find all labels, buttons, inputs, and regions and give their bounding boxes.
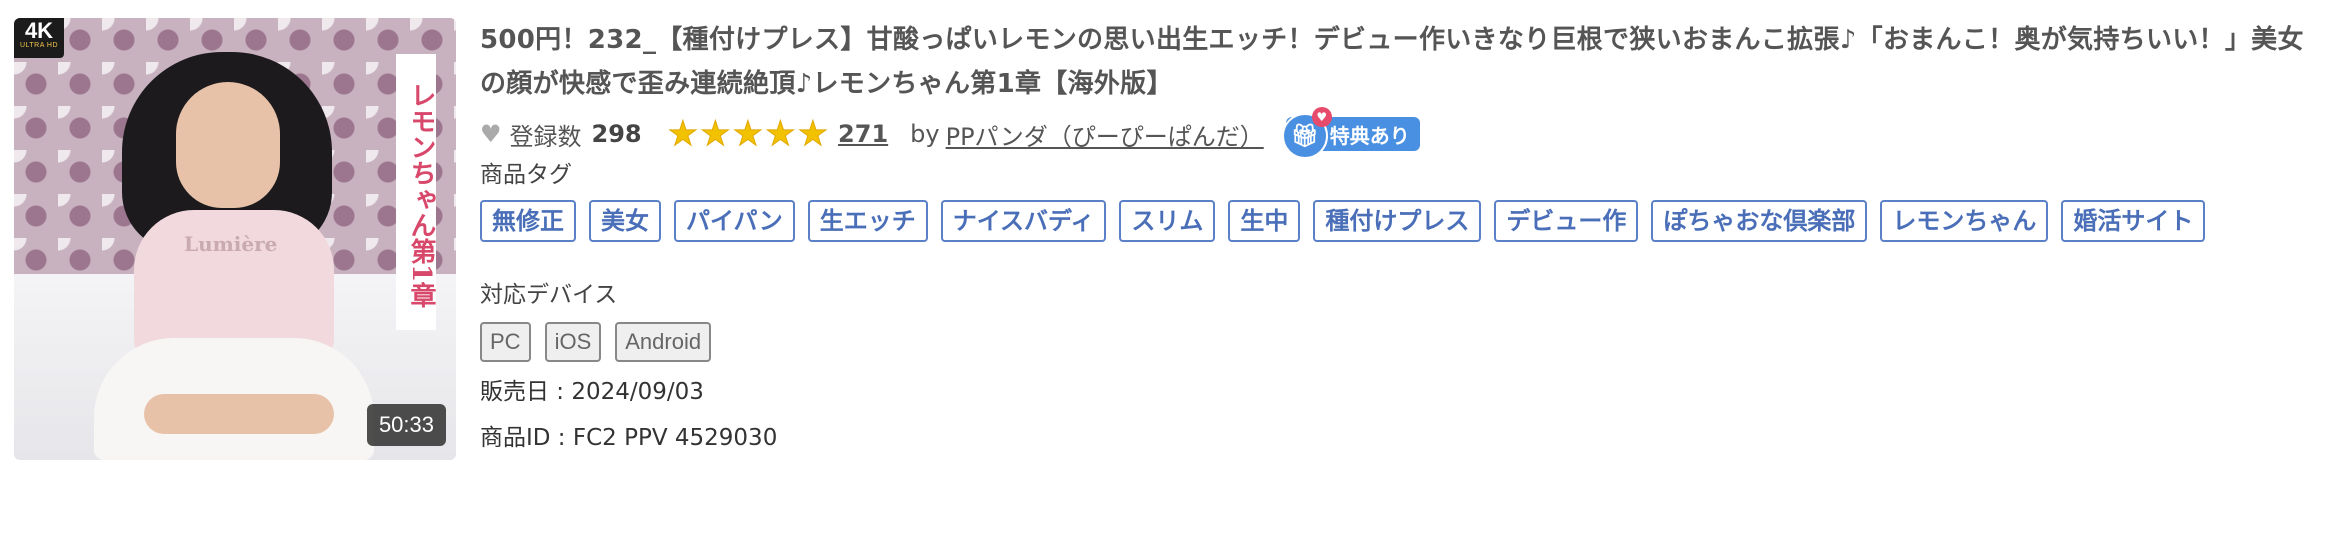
- tag-link[interactable]: スリム: [1119, 200, 1216, 242]
- video-duration: 50:33: [366, 404, 446, 446]
- registration-count: 298: [591, 120, 642, 148]
- bonus-label: 特典あり: [1329, 123, 1410, 148]
- rating-count-link[interactable]: 271: [838, 120, 888, 148]
- device-badge: Android: [615, 322, 712, 362]
- heart-badge-icon: ♥: [1311, 107, 1332, 127]
- tags-heading: 商品タグ: [480, 162, 572, 188]
- star-icon: ★: [732, 114, 764, 154]
- star-icon: ★: [797, 114, 829, 154]
- thumbnail-vertical-title: レモンちゃん第1章: [396, 54, 436, 330]
- shirt-print-text: Lumière: [184, 232, 278, 256]
- model-face: [176, 82, 280, 208]
- tag-link[interactable]: レモンちゃん: [1880, 200, 2049, 242]
- seller-link[interactable]: PPパンダ（ぴーぴーぱんだ）: [946, 117, 1264, 152]
- release-date-value: 2024/09/03: [571, 379, 704, 405]
- tag-link[interactable]: パイパン: [674, 200, 795, 242]
- device-list: PC iOS Android: [480, 322, 2320, 362]
- tag-link[interactable]: ナイスバディ: [940, 200, 1107, 242]
- tag-link[interactable]: デビュー作: [1494, 200, 1639, 242]
- product-thumbnail[interactable]: Lumière レモンちゃん第1章 4K ULTRA HD 50:33: [14, 18, 456, 460]
- product-id-value: FC2 PPV 4529030: [572, 425, 778, 451]
- device-badge: iOS: [544, 322, 602, 362]
- tag-link[interactable]: 婚活サイト: [2061, 200, 2206, 242]
- tag-link[interactable]: 種付けプレス: [1313, 200, 1482, 242]
- tag-link[interactable]: ぽちゃおな倶楽部: [1651, 200, 1868, 242]
- product-id-label: 商品ID :: [480, 425, 573, 451]
- tag-list: 無修正 美女 パイパン 生エッチ ナイスバディ スリム 生中 種付けプレス デビュー作 ぽちゃおな…: [480, 200, 2320, 256]
- model-legs: [144, 394, 334, 434]
- devices-heading: 対応デバイス: [480, 282, 618, 308]
- tag-link[interactable]: 無修正: [480, 200, 576, 242]
- product-title[interactable]: 500円！232_【種付けプレス】甘酸っぱいレモンの思い出生エッチ！デビュー作い…: [480, 18, 2320, 106]
- release-date: 販売日 : 2024/09/03: [480, 376, 2320, 408]
- device-badge: PC: [480, 322, 531, 362]
- 4k-badge: 4K ULTRA HD: [14, 18, 64, 58]
- tag-link[interactable]: 生エッチ: [807, 200, 928, 242]
- release-date-label: 販売日 :: [480, 379, 572, 405]
- star-icon: ★: [667, 114, 699, 154]
- bonus-badge[interactable]: 🎁︎ ♥ 特典あり: [1281, 107, 1420, 159]
- registration-label: 登録数: [509, 122, 582, 151]
- rating-stars: ★★★★★: [667, 114, 830, 154]
- product-id: 商品ID : FC2 PPV 4529030: [480, 422, 2320, 454]
- heart-icon[interactable]: ♥: [480, 120, 502, 148]
- ultra-hd-text: ULTRA HD: [19, 42, 59, 49]
- 4k-badge-text: 4K: [24, 18, 54, 43]
- tag-link[interactable]: 生中: [1228, 200, 1301, 242]
- meta-row: ♥ 登録数 298 ★★★★★ 271 by PPパンダ（ぴーぴーぱんだ） 🎁︎…: [480, 107, 2320, 159]
- product-info: 500円！232_【種付けプレス】甘酸っぱいレモンの思い出生エッチ！デビュー作い…: [480, 18, 2320, 454]
- tag-link[interactable]: 美女: [589, 200, 661, 242]
- by-label: by: [910, 120, 940, 148]
- star-icon: ★: [765, 114, 797, 154]
- star-icon: ★: [700, 114, 732, 154]
